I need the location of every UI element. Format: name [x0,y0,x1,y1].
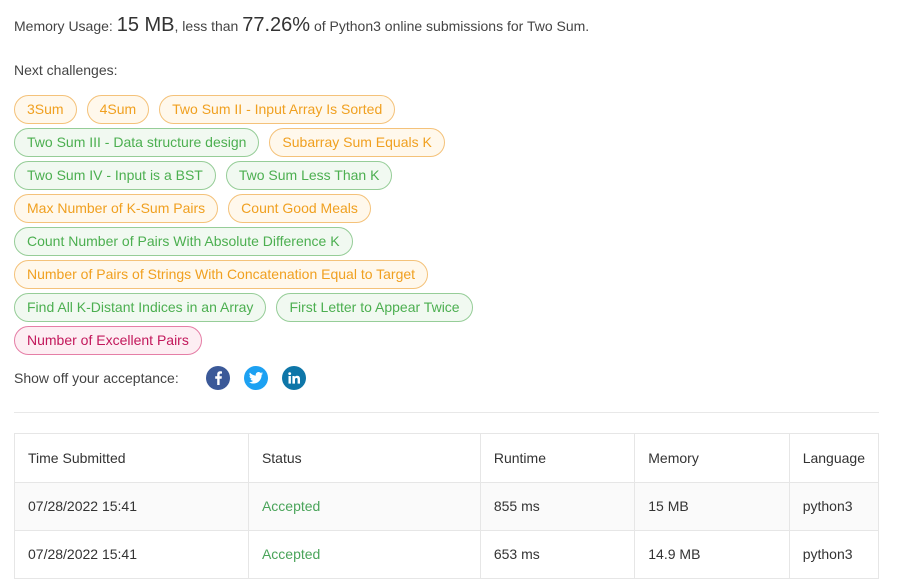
share-section: Show off your acceptance: [14,366,320,390]
column-header-status[interactable]: Status [248,434,481,483]
linkedin-icon[interactable] [281,366,306,390]
next-challenges-label: Next challenges: [14,62,118,78]
column-header-time[interactable]: Time Submitted [15,434,249,483]
memory-usage-line: Memory Usage: 15 MB, less than 77.26% of… [14,14,589,37]
facebook-icon[interactable] [205,366,230,390]
twitter-icon[interactable] [243,366,268,390]
next-challenges-list: 3Sum 4Sum Two Sum II - Input Array Is Sort… [14,95,884,359]
challenge-row: Max Number of K-Sum Pairs Count Good Meal… [14,194,884,227]
column-header-memory[interactable]: Memory [634,434,790,483]
table-row[interactable]: 07/28/2022 15:41 Accepted 855 ms 15 MB p… [15,482,878,531]
cell-language: python3 [789,482,878,531]
challenge-tag[interactable]: First Letter to Appear Twice [276,293,473,322]
challenge-row: Find All K-Distant Indices in an Array Fi… [14,293,884,326]
table-row[interactable]: 07/28/2022 15:41 Accepted 653 ms 14.9 MB… [15,530,878,579]
memory-usage-prefix: Memory Usage: [14,18,113,34]
section-divider [14,412,879,413]
challenge-tag[interactable]: Number of Excellent Pairs [14,326,202,355]
challenge-tag[interactable]: 4Sum [86,95,150,124]
column-header-runtime[interactable]: Runtime [480,434,636,483]
challenge-row: Two Sum IV - Input is a BST Two Sum Less … [14,161,884,194]
challenge-tag[interactable]: Number of Pairs of Strings With Concaten… [14,260,429,289]
challenge-row: Number of Pairs of Strings With Concaten… [14,260,884,293]
challenge-row: 3Sum 4Sum Two Sum II - Input Array Is Sort… [14,95,884,128]
challenge-row: Number of Excellent Pairs [14,326,884,359]
cell-memory: 14.9 MB [634,530,790,579]
cell-runtime: 653 ms [480,530,636,579]
cell-runtime: 855 ms [480,482,636,531]
column-header-language[interactable]: Language [789,434,878,483]
submissions-table: Time Submitted Status Runtime Memory Lan… [14,433,879,579]
table-header-row: Time Submitted Status Runtime Memory Lan… [15,434,878,483]
challenge-row: Two Sum III - Data structure design Subar… [14,128,884,161]
challenge-tag[interactable]: Find All K-Distant Indices in an Array [14,293,267,322]
cell-time: 07/28/2022 15:41 [15,482,249,531]
memory-usage-middle: , less than [174,18,239,34]
cell-status-link[interactable]: Accepted [248,530,481,579]
challenge-tag[interactable]: Max Number of K-Sum Pairs [14,194,219,223]
challenge-tag[interactable]: Subarray Sum Equals K [269,128,445,157]
cell-time: 07/28/2022 15:41 [15,530,249,579]
memory-usage-value: 15 MB [116,14,175,36]
cell-language: python3 [789,530,878,579]
memory-usage-suffix: of Python3 online submissions for Two Su… [313,18,590,34]
share-label: Show off your acceptance: [14,370,179,386]
challenge-tag[interactable]: Two Sum Less Than K [225,161,393,190]
memory-percentile: 77.26% [242,14,311,36]
cell-memory: 15 MB [634,482,790,531]
challenge-tag[interactable]: Two Sum IV - Input is a BST [14,161,216,190]
challenge-row: Count Number of Pairs With Absolute Diff… [14,227,884,260]
challenge-tag[interactable]: Count Good Meals [228,194,371,223]
challenge-tag[interactable]: Count Number of Pairs With Absolute Diff… [14,227,353,256]
challenge-tag[interactable]: 3Sum [14,95,77,124]
challenge-tag[interactable]: Two Sum II - Input Array Is Sorted [159,95,396,124]
challenge-tag[interactable]: Two Sum III - Data structure design [14,128,260,157]
cell-status-link[interactable]: Accepted [248,482,481,531]
